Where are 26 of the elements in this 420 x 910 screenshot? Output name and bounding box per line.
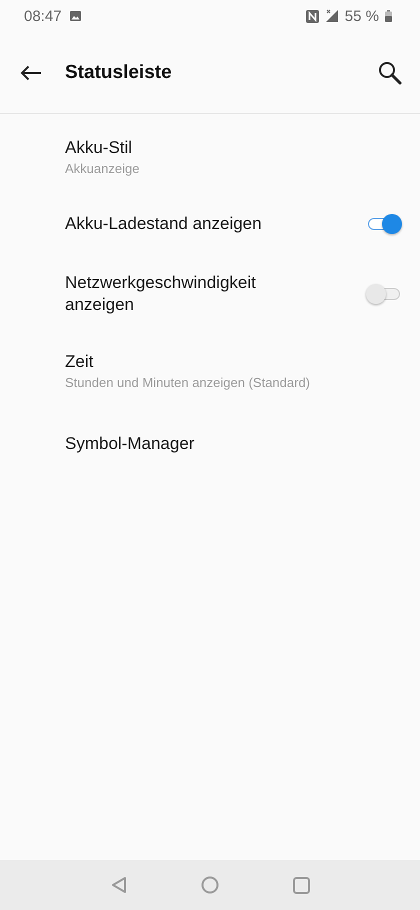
screen-title: Statusleiste xyxy=(65,62,173,84)
image-icon xyxy=(70,11,81,21)
item-title: Akku-Ladestand anzeigen xyxy=(65,213,263,235)
battery-icon xyxy=(385,10,392,22)
settings-item[interactable]: Symbol-Manager xyxy=(0,410,420,478)
toggle-switch[interactable] xyxy=(366,283,402,305)
back-arrow-icon[interactable] xyxy=(20,64,42,80)
back-icon[interactable] xyxy=(110,876,126,894)
settings-item[interactable]: Akku-Ladestand anzeigen xyxy=(0,190,420,258)
settings-item[interactable]: Zeit Stunden und Minuten anzeigen (Standard) xyxy=(0,330,420,410)
recents-icon[interactable] xyxy=(292,876,310,894)
item-summary: Akkuanzeige xyxy=(65,160,140,176)
home-icon[interactable] xyxy=(200,876,218,894)
settings-item[interactable]: Akku-Stil Akkuanzeige xyxy=(0,122,420,190)
toggle-switch[interactable] xyxy=(366,213,402,235)
item-title: Akku-Stil xyxy=(65,136,134,158)
signal-icon xyxy=(324,9,339,23)
item-title: Zeit xyxy=(65,350,94,372)
settings-item[interactable]: Netzwerkgeschwindigkeit anzeigen xyxy=(0,258,420,330)
item-title: Netzwerkgeschwindigkeit anzeigen xyxy=(65,272,257,316)
item-title: Symbol-Manager xyxy=(65,433,196,455)
nfc-icon xyxy=(306,10,319,22)
search-icon[interactable] xyxy=(378,60,402,84)
battery-percent: 55 % xyxy=(344,8,379,24)
item-summary: Stunden und Minuten anzeigen (Standard) xyxy=(65,374,312,390)
clock-time: 08:47 xyxy=(24,8,62,24)
